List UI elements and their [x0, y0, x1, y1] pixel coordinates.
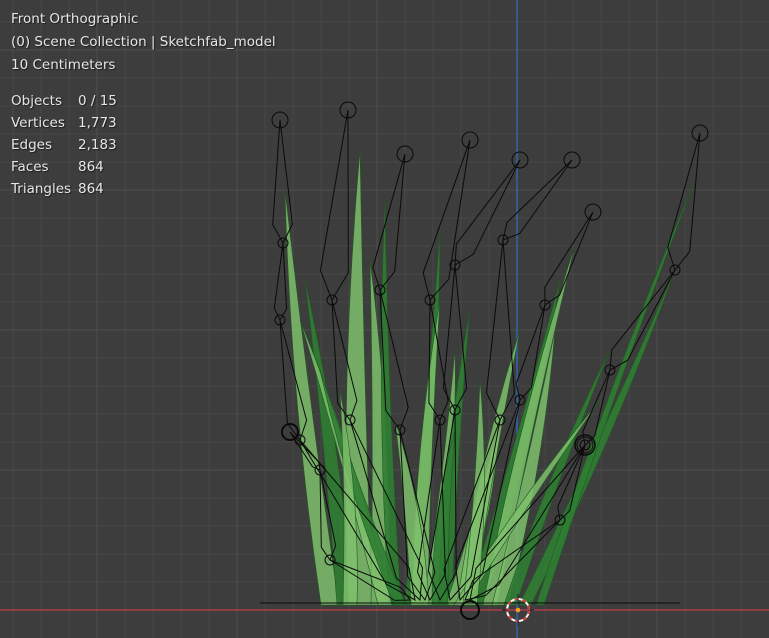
stat-row-triangles: Triangles 864 [11, 178, 117, 200]
stat-row-vertices: Vertices 1,773 [11, 112, 117, 134]
stat-label: Edges [11, 137, 53, 153]
stat-row-edges: Edges 2,183 [11, 134, 117, 156]
stat-label: Triangles [11, 181, 72, 197]
grid-scale: 10 Centimeters [11, 57, 116, 73]
stat-row-faces: Faces 864 [11, 156, 117, 178]
collection-label: (0) Scene Collection | Sketchfab_model [11, 34, 276, 50]
armature-bone [272, 119, 293, 245]
armature-bone [502, 159, 573, 241]
viewport-info: Front Orthographic (0) Scene Collection … [11, 8, 276, 77]
stat-value: 864 [78, 181, 104, 197]
armature-bone [422, 139, 471, 302]
stat-label: Vertices [11, 115, 65, 131]
stat-value: 0 / 15 [78, 93, 117, 109]
stat-value: 1,773 [78, 115, 117, 131]
armature-bone [319, 109, 349, 302]
stat-label: Faces [11, 159, 49, 175]
stat-row-objects: Objects 0 / 15 [11, 90, 117, 112]
stat-value: 864 [78, 159, 104, 175]
armature-bone [273, 242, 288, 322]
statistics-overlay: Objects 0 / 15 Vertices 1,773 Edges 2,18… [11, 90, 117, 200]
armature-bone [372, 153, 406, 292]
view-name: Front Orthographic [11, 11, 139, 27]
armature-bone [544, 211, 594, 306]
stat-label: Objects [11, 93, 63, 109]
origin-dot-icon [515, 607, 521, 613]
grass-blade [535, 179, 696, 606]
stat-value: 2,183 [78, 137, 117, 153]
armature-bone [667, 132, 701, 272]
